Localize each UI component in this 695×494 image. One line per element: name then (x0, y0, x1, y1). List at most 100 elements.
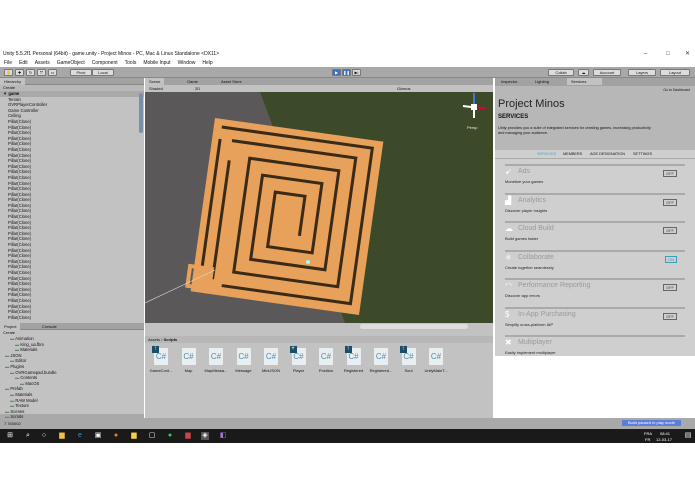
go-to-dashboard-link[interactable]: Go to Dashboard (663, 88, 690, 92)
subtab-services[interactable]: SERVICES (537, 150, 556, 159)
hand-tool-icon[interactable]: ✋ (4, 69, 13, 76)
menu-component[interactable]: Component (92, 59, 118, 67)
menu-mobile-input[interactable]: Mobile Input (143, 59, 170, 67)
tab-services[interactable]: Services (567, 78, 602, 85)
menu-edit[interactable]: Edit (19, 59, 28, 67)
script-asset[interactable]: C# Message (231, 348, 257, 373)
tab-lighting[interactable]: Lighting (531, 78, 553, 85)
folder-label: Texture (15, 403, 30, 409)
script-asset[interactable]: C# UnityMainT... (423, 348, 449, 373)
folder-label: JSON (10, 352, 22, 358)
service-analytics[interactable]: ▟ Analytics Discover player insights OFF (505, 192, 685, 220)
menu-tools[interactable]: Tools (125, 59, 137, 67)
script-asset[interactable]: C# ↑ Registered (341, 346, 367, 373)
sticky-notes-icon[interactable]: ▆ (130, 432, 138, 440)
spotify-icon[interactable]: ● (166, 432, 174, 440)
script-asset[interactable]: C# + Player (286, 346, 312, 373)
service-performance-reporting[interactable]: ◠ Performance Reporting Discover app error… (505, 278, 685, 305)
app-icon[interactable]: ▢ (148, 432, 156, 440)
script-asset[interactable]: C# Map (176, 348, 202, 373)
pause-button[interactable]: ❚❚ (342, 69, 351, 76)
service-toggle[interactable]: OFF (663, 312, 677, 320)
2d-toggle[interactable]: 2D (195, 85, 200, 92)
media-icon[interactable]: ▆ (184, 432, 192, 440)
layers-dropdown[interactable]: Layers (628, 69, 656, 76)
language-indicator[interactable]: FRA (644, 431, 652, 436)
minimize-button[interactable]: – (644, 50, 647, 59)
task-view-icon[interactable]: ○ (40, 432, 48, 440)
scene-view[interactable]: Persp (145, 78, 493, 323)
step-button[interactable]: ▶| (352, 69, 361, 76)
file-explorer-icon[interactable]: ▆ (58, 432, 66, 440)
menu-help[interactable]: Help (202, 59, 212, 67)
breadcrumb-scripts[interactable]: Scripts (164, 337, 178, 342)
hierarchy-scrollbar[interactable] (139, 93, 143, 133)
local-button[interactable]: Local (92, 69, 114, 76)
hierarchy-item[interactable]: Pillar(Clone) (8, 315, 144, 321)
pivot-button[interactable]: Pivot (70, 69, 92, 76)
start-icon[interactable]: ⊞ (6, 432, 14, 440)
service-toggle[interactable]: OFF (663, 227, 677, 234)
maximize-button[interactable]: □ (666, 50, 670, 59)
service-in-app-purchasing[interactable]: $ In-App Purchasing Simplify cross-platfor… (505, 306, 685, 334)
search-icon[interactable]: ⌕ (24, 432, 32, 440)
subtab-age-designation[interactable]: AGE DESIGNATION (590, 150, 625, 159)
firefox-icon[interactable]: ● (112, 432, 120, 440)
subtab-settings[interactable]: SETTINGS (633, 150, 652, 159)
service-toggle[interactable]: OFF (663, 170, 677, 177)
subtab-members[interactable]: MEMBERS (563, 150, 582, 159)
tab-hierarchy[interactable]: Hierarchy (0, 78, 26, 85)
service-name: In-App Purchasing (518, 310, 576, 318)
tab-game[interactable]: Game (183, 78, 202, 85)
hierarchy-panel: Hierarchy Create ▼ game Terrain OVRPlayer… (0, 78, 144, 323)
shading-dropdown[interactable]: Shaded (149, 85, 163, 92)
csharp-script-icon: C# (236, 348, 251, 365)
script-asset[interactable]: C# Registered... (368, 348, 394, 373)
visual-studio-icon[interactable]: ◧ (219, 432, 227, 440)
rect-tool-icon[interactable]: ▭ (48, 69, 57, 76)
tab-console[interactable]: Console (38, 323, 61, 330)
service-ads[interactable]: ➹ Ads Monetize your games OFF (505, 164, 685, 191)
tab-scene[interactable]: Scene (145, 78, 165, 85)
service-collaborate[interactable]: ✳ Collaborate Create together seamlessly ON (505, 249, 685, 277)
folder-label: OVRGamepad.bundle (15, 369, 57, 375)
close-button[interactable]: ✕ (685, 50, 690, 59)
notification-icon[interactable]: ▤ (684, 432, 692, 440)
menu-window[interactable]: Window (178, 59, 196, 67)
play-button[interactable]: ▶ (332, 69, 341, 76)
tab-inspector[interactable]: Inspector (497, 78, 521, 85)
tab-project[interactable]: Project (0, 323, 21, 330)
tab-asset-store[interactable]: Asset Store (217, 78, 246, 85)
folder-label: Plugins (10, 363, 25, 369)
scene-root-label: game (8, 91, 20, 96)
service-cloud-build[interactable]: ☁ Cloud Build Build games faster OFF (505, 221, 685, 248)
service-toggle[interactable]: ON (665, 255, 677, 263)
script-asset[interactable]: C# ↑ GameCont... (148, 346, 174, 373)
service-toggle[interactable]: OFF (663, 198, 677, 206)
script-asset[interactable]: C# MapMessa... (203, 348, 229, 373)
unity-icon[interactable]: ◈ (201, 432, 209, 440)
edge-icon[interactable]: e (76, 432, 84, 440)
cloud-icon[interactable]: ☁ (578, 69, 589, 76)
clock-time[interactable]: 08:41 (660, 431, 670, 436)
asset-search-input[interactable] (360, 324, 468, 329)
collab-button[interactable]: Collab (548, 69, 574, 76)
script-asset[interactable]: C# ↑ Soul (396, 346, 422, 373)
store-icon[interactable]: ▣ (94, 432, 102, 440)
account-dropdown[interactable]: Account (593, 69, 621, 76)
breadcrumb-assets[interactable]: Assets (148, 337, 160, 342)
status-message: 7.760002 (4, 421, 21, 426)
service-multiplayer[interactable]: ✖ Multiplayer Easily implement multiplayer (505, 335, 685, 362)
service-toggle[interactable]: OFF (663, 284, 677, 291)
move-tool-icon[interactable]: ✚ (15, 69, 24, 76)
rotate-tool-icon[interactable]: ↻ (26, 69, 35, 76)
script-asset[interactable]: C# MiniJSON (258, 348, 284, 373)
menu-file[interactable]: File (4, 59, 12, 67)
clock-date[interactable]: 12-03-17 (656, 437, 672, 442)
layout-dropdown[interactable]: Layout (660, 69, 690, 76)
script-asset[interactable]: C# Position (313, 348, 339, 373)
scale-tool-icon[interactable]: ⤧ (37, 69, 46, 76)
gizmos-dropdown[interactable]: Gizmos (397, 85, 411, 92)
menu-assets[interactable]: Assets (35, 59, 50, 67)
menu-gameobject[interactable]: GameObject (57, 59, 85, 67)
